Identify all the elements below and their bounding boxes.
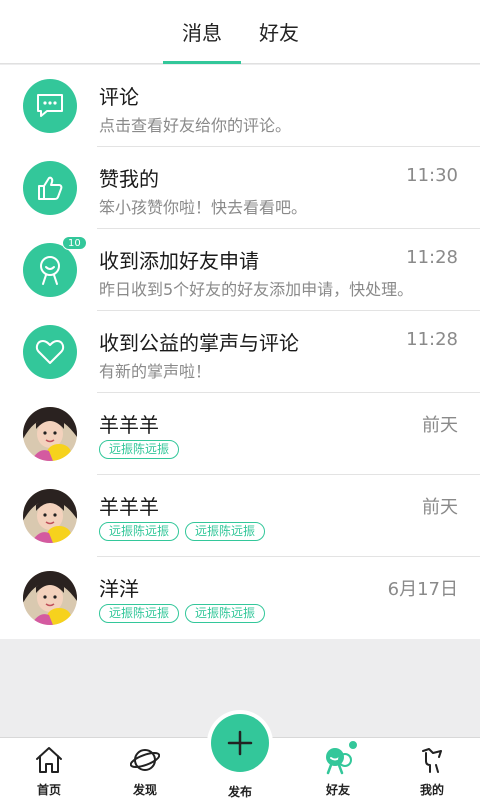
friend-name: 洋洋 xyxy=(99,577,139,601)
tag-chip: 远振陈远振 xyxy=(99,440,180,459)
list-item-friend[interactable]: 羊羊羊 前天 远振陈远振 xyxy=(0,393,480,475)
friends-icon xyxy=(326,748,352,775)
profile-icon xyxy=(422,748,442,773)
item-subtitle: 点击查看好友给你的评论。 xyxy=(99,116,292,135)
thumbs-up-icon xyxy=(23,161,77,215)
tag-list: 远振陈远振 xyxy=(99,440,180,459)
item-subtitle: 笨小孩赞你啦！快去看看吧。 xyxy=(99,198,308,217)
top-tab-bar: 消息 好友 xyxy=(0,0,480,64)
item-time: 11:28 xyxy=(406,329,458,350)
comment-bubble-icon xyxy=(23,79,77,133)
avatar xyxy=(23,407,77,461)
list-item-charity-applause[interactable]: 收到公益的掌声与评论 有新的掌声啦！ 11:28 xyxy=(0,311,480,393)
notification-dot xyxy=(348,740,358,750)
item-time: 6月17日 xyxy=(387,579,458,600)
item-title: 收到公益的掌声与评论 xyxy=(99,331,299,355)
avatar xyxy=(23,571,77,625)
active-tab-indicator xyxy=(163,61,241,64)
list-item-friend-requests[interactable]: 10 收到添加好友申请 昨日收到5个好友的好友添加申请，快处理。 11:28 xyxy=(0,229,480,311)
avatar xyxy=(23,489,77,543)
list-item-friend[interactable]: 洋洋 6月17日 远振陈远振 远振陈远振 xyxy=(0,557,480,639)
nav-home[interactable]: 首页 xyxy=(9,738,89,800)
plus-icon xyxy=(211,714,269,772)
unread-count-badge: 10 xyxy=(62,236,87,250)
list-item-friend[interactable]: 羊羊羊 前天 远振陈远振 远振陈远振 xyxy=(0,475,480,557)
list-item-likes[interactable]: 赞我的 笨小孩赞你啦！快去看看吧。 11:30 xyxy=(0,147,480,229)
tag-chip: 远振陈远振 xyxy=(99,604,180,623)
item-time: 11:30 xyxy=(406,165,458,186)
tag-chip: 远振陈远振 xyxy=(185,604,266,623)
item-title: 收到添加好友申请 xyxy=(99,249,259,273)
list-item-comments[interactable]: 评论 点击查看好友给你的评论。 xyxy=(0,65,480,147)
tag-chip: 远振陈远振 xyxy=(185,522,266,541)
tag-chip: 远振陈远振 xyxy=(99,522,180,541)
friend-name: 羊羊羊 xyxy=(99,495,159,519)
nav-label: 好友 xyxy=(325,783,350,797)
home-icon xyxy=(36,747,62,773)
item-title: 评论 xyxy=(99,85,139,109)
tag-list: 远振陈远振 远振陈远振 xyxy=(99,522,266,541)
publish-button[interactable] xyxy=(207,710,273,776)
message-list: 评论 点击查看好友给你的评论。 赞我的 笨小孩赞你啦！快去看看吧。 11:30 … xyxy=(0,65,480,639)
tab-friends[interactable]: 好友 xyxy=(246,0,312,64)
nav-label: 我的 xyxy=(419,783,444,797)
item-subtitle: 有新的掌声啦！ xyxy=(99,362,212,381)
item-time: 前天 xyxy=(422,497,458,518)
item-time: 11:28 xyxy=(406,247,458,268)
person-add-icon xyxy=(23,243,77,297)
nav-discover[interactable]: 发现 xyxy=(105,738,185,800)
nav-friends[interactable]: 好友 xyxy=(298,738,378,800)
nav-label: 发现 xyxy=(132,783,157,797)
planet-icon xyxy=(130,749,160,771)
tab-messages[interactable]: 消息 xyxy=(163,0,241,64)
nav-mine[interactable]: 我的 xyxy=(392,738,472,800)
nav-label: 发布 xyxy=(227,785,252,799)
item-subtitle: 昨日收到5个好友的好友添加申请，快处理。 xyxy=(99,280,414,299)
item-title: 赞我的 xyxy=(99,167,159,191)
nav-label: 首页 xyxy=(36,783,61,797)
heart-icon xyxy=(23,325,77,379)
item-time: 前天 xyxy=(422,415,458,436)
tag-list: 远振陈远振 远振陈远振 xyxy=(99,604,266,623)
friend-name: 羊羊羊 xyxy=(99,413,159,437)
